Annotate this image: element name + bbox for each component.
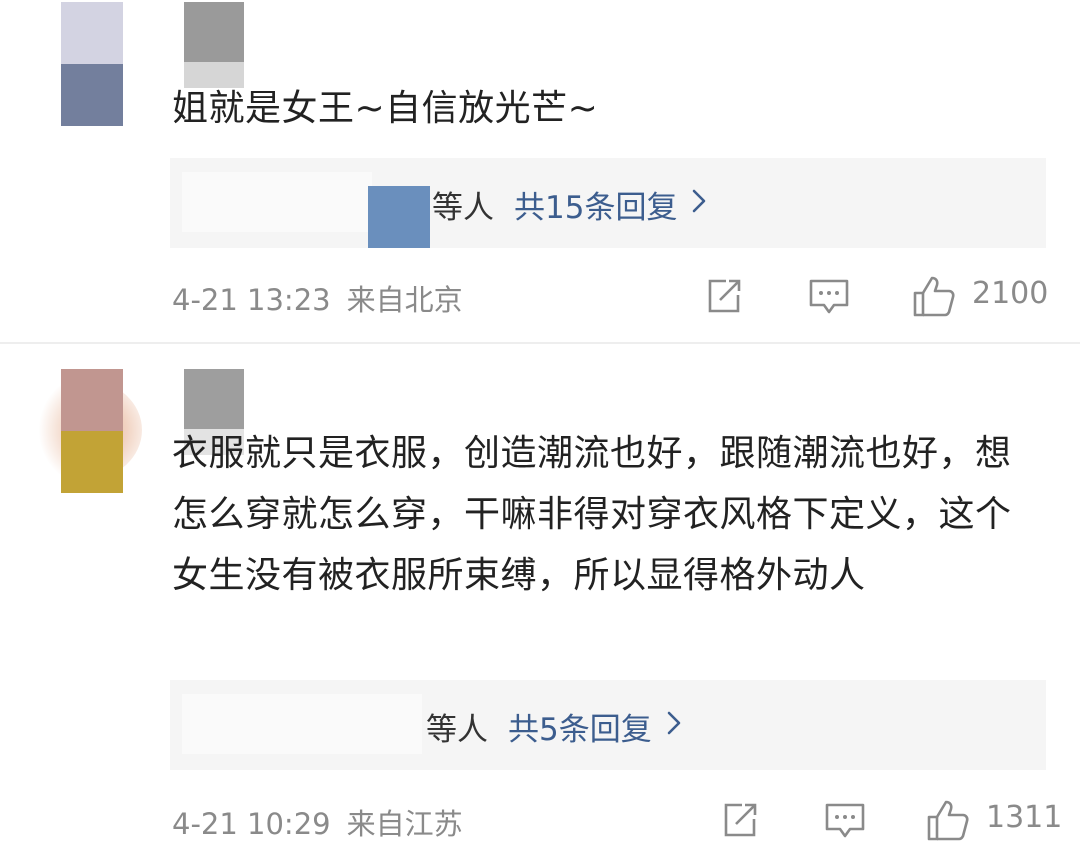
comment-meta: 4-21 10:29 来自江苏 bbox=[172, 801, 463, 843]
username-blurred[interactable] bbox=[184, 2, 244, 88]
comment-text: 衣服就只是衣服，创造潮流也好，跟随潮流也好，想怎么穿就怎么穿，干嘛非得对穿衣风格… bbox=[172, 433, 1012, 596]
share-icon[interactable] bbox=[720, 800, 760, 844]
divider bbox=[0, 342, 1080, 344]
reply-count-link[interactable]: 共15条回复 bbox=[514, 182, 677, 227]
comment-item: 衣服就只是衣服，创造潮流也好，跟随潮流也好，想怎么穿就怎么穿，干嘛非得对穿衣风格… bbox=[0, 345, 1080, 861]
avatar[interactable] bbox=[61, 2, 123, 126]
thumbs-up-icon[interactable] bbox=[926, 798, 970, 846]
comment-item: 姐就是女王~自信放光芒~ 等人 共15条回复 4-21 13:23 来自北京 2… bbox=[0, 0, 1080, 345]
reply-users: 等人 bbox=[426, 711, 488, 748]
timestamp: 4-21 13:23 bbox=[172, 283, 331, 317]
like-count: 1311 bbox=[986, 800, 1063, 835]
comment-icon[interactable] bbox=[808, 278, 850, 320]
comment-text: 姐就是女王~自信放光芒~ bbox=[172, 88, 599, 129]
reply-count-link[interactable]: 共5条回复 bbox=[508, 704, 652, 749]
reply-summary-box[interactable]: 等人 共15条回复 bbox=[170, 158, 1046, 248]
comment-icon[interactable] bbox=[824, 802, 866, 844]
location: 来自北京 bbox=[346, 283, 463, 317]
thumbs-up-icon[interactable] bbox=[912, 274, 956, 322]
share-icon[interactable] bbox=[704, 276, 744, 320]
reply-users: 等人 bbox=[432, 189, 494, 226]
replier-avatar-blurred bbox=[368, 186, 430, 248]
location: 来自江苏 bbox=[346, 807, 463, 841]
timestamp: 4-21 10:29 bbox=[172, 807, 331, 841]
reply-summary-box[interactable]: 等人 共5条回复 bbox=[170, 680, 1046, 770]
chevron-right-icon bbox=[666, 709, 682, 744]
like-count: 2100 bbox=[972, 276, 1049, 311]
chevron-right-icon bbox=[691, 187, 707, 222]
avatar[interactable] bbox=[61, 369, 123, 493]
comment-meta: 4-21 13:23 来自北京 bbox=[172, 277, 463, 319]
